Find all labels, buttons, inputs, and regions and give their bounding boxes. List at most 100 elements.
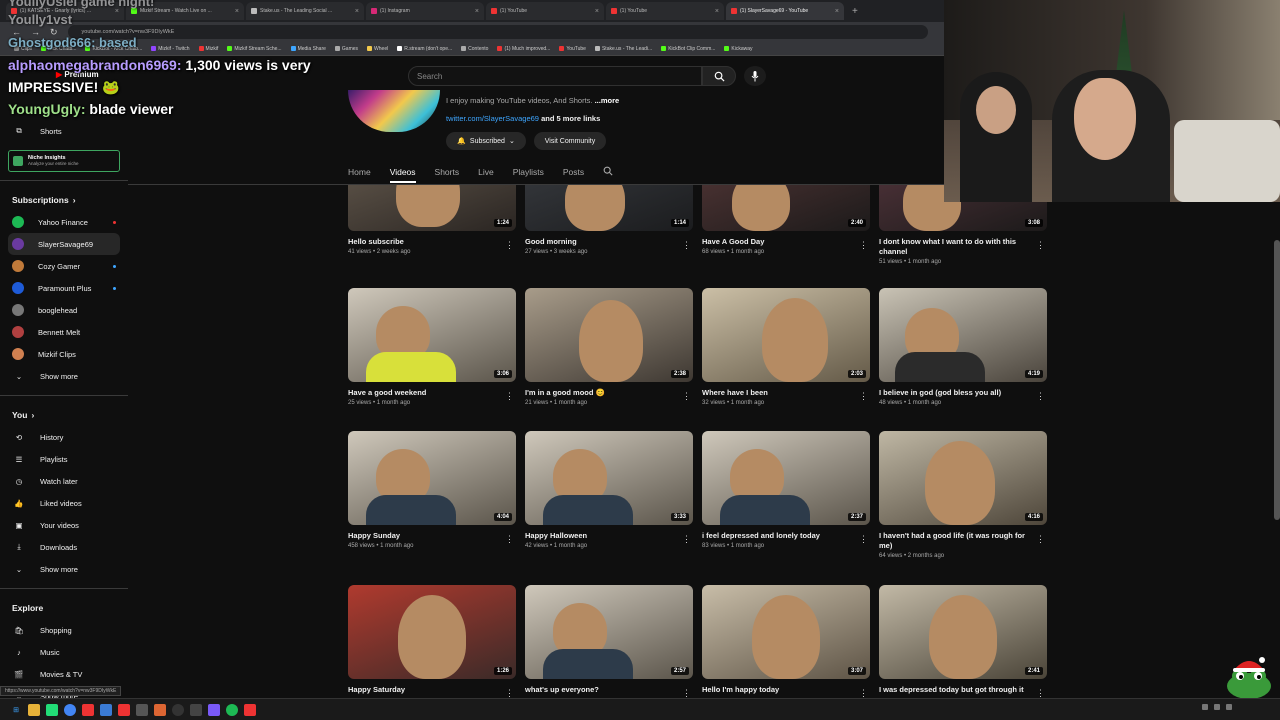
browser-tab-active[interactable]: (1) SlayerSavage69 - YouTube × — [726, 2, 844, 20]
bookmark-item[interactable]: (1) Much improved... — [497, 46, 550, 52]
more-options-icon[interactable]: ⋮ — [682, 535, 691, 544]
video-title[interactable]: Happy Halloween — [525, 531, 693, 541]
video-thumbnail[interactable]: 1:14 — [525, 185, 693, 231]
tab-live[interactable]: Live — [478, 167, 494, 177]
browser-tab[interactable]: (1) YouTube × — [486, 2, 604, 20]
close-tab-icon[interactable]: × — [355, 8, 359, 15]
video-title[interactable]: what's up everyone? — [525, 685, 693, 695]
more-options-icon[interactable]: ⋮ — [682, 241, 691, 250]
tab-home[interactable]: Home — [348, 167, 371, 177]
video-card[interactable]: 1:14 Good morning ⋮ 27 views • 3 weeks a… — [525, 185, 693, 255]
sidebar-item-movies[interactable]: 🎬 Movies & TV — [0, 663, 128, 685]
more-options-icon[interactable]: ⋮ — [859, 535, 868, 544]
channel-links[interactable]: twitter.com/SlayerSavage69 and 5 more li… — [446, 114, 600, 123]
subscription-item[interactable]: Paramount Plus — [0, 277, 128, 299]
video-title[interactable]: i feel depressed and lonely today — [702, 531, 870, 541]
search-button[interactable] — [702, 66, 736, 86]
obs-icon[interactable] — [172, 703, 184, 716]
subscription-item[interactable]: booglehead — [0, 299, 128, 321]
app-icon[interactable] — [118, 703, 130, 716]
visit-community-button[interactable]: Visit Community — [534, 132, 606, 150]
bookmark-item[interactable]: Stake.us - The Leadi... — [594, 46, 652, 52]
video-thumbnail[interactable]: 1:26 — [348, 585, 516, 679]
tab-posts[interactable]: Posts — [563, 167, 584, 177]
video-title[interactable]: I was depressed today but got through it — [879, 685, 1047, 695]
more-options-icon[interactable]: ⋮ — [505, 689, 514, 698]
subscription-item[interactable]: Bennett Melt — [0, 321, 128, 343]
channel-link[interactable]: twitter.com/SlayerSavage69 — [446, 114, 539, 123]
video-card[interactable]: 4:19 I believe in god (god bless you all… — [879, 288, 1047, 406]
video-title[interactable]: I'm in a good mood 😊 — [525, 388, 693, 398]
bookmark-item[interactable]: YouTube — [559, 46, 586, 52]
more-options-icon[interactable]: ⋮ — [859, 241, 868, 250]
video-thumbnail[interactable]: 4:19 — [879, 288, 1047, 382]
you-header[interactable]: You › — [0, 404, 128, 426]
video-title[interactable]: I haven't had a good life (it was rough … — [879, 531, 1047, 551]
browser-tab[interactable]: (1) Instagram × — [366, 2, 484, 20]
more-options-icon[interactable]: ⋮ — [859, 392, 868, 401]
more-options-icon[interactable]: ⋮ — [1036, 689, 1045, 698]
sidebar-item-your-videos[interactable]: ▣ Your videos — [0, 514, 128, 536]
video-thumbnail[interactable]: 2:41 — [879, 585, 1047, 679]
video-title[interactable]: Hello I'm happy today — [702, 685, 870, 695]
video-thumbnail[interactable]: 2:38 — [525, 288, 693, 382]
more-options-icon[interactable]: ⋮ — [682, 392, 691, 401]
subscription-item-active[interactable]: SlayerSavage69 — [8, 233, 120, 255]
more-options-icon[interactable]: ⋮ — [682, 689, 691, 698]
app-icon[interactable] — [154, 703, 166, 716]
subscription-item[interactable]: Mizkif Clips — [0, 343, 128, 365]
close-tab-icon[interactable]: × — [595, 8, 599, 15]
tray-icon[interactable] — [1214, 704, 1220, 710]
channel-avatar[interactable] — [348, 90, 440, 132]
sidebar-item-history[interactable]: ⟲ History — [0, 426, 128, 448]
sidebar-item-music[interactable]: ♪ Music — [0, 641, 128, 663]
more-options-icon[interactable]: ⋮ — [1036, 241, 1045, 250]
video-card[interactable]: 3:33 Happy Halloween ⋮ 42 views • 1 mont… — [525, 431, 693, 549]
sidebar-item-shorts[interactable]: ⧉ Shorts — [0, 120, 128, 142]
video-card[interactable]: 2:41 I was depressed today but got throu… — [879, 585, 1047, 698]
show-more-you[interactable]: ⌄ Show more — [0, 558, 128, 580]
bookmark-item[interactable]: KickBot Clip Comm... — [661, 46, 715, 52]
tray-icon[interactable] — [1202, 704, 1208, 710]
video-card[interactable]: 2:57 what's up everyone? ⋮ — [525, 585, 693, 698]
sidebar-item-liked-videos[interactable]: 👍 Liked videos — [0, 492, 128, 514]
video-card[interactable]: 2:38 I'm in a good mood 😊 ⋮ 21 views • 1… — [525, 288, 693, 406]
video-title[interactable]: I dont know what I want to do with this … — [879, 237, 1047, 257]
video-thumbnail[interactable]: 3:33 — [525, 431, 693, 525]
search-input[interactable]: Search — [408, 66, 702, 86]
more-options-icon[interactable]: ⋮ — [1036, 535, 1045, 544]
bookmark-item[interactable]: Mizkif — [198, 46, 218, 52]
video-title[interactable]: I believe in god (god bless you all) — [879, 388, 1047, 398]
bookmark-item[interactable]: Contento — [461, 46, 488, 52]
subscription-item[interactable]: Cozy Gamer — [0, 255, 128, 277]
video-card[interactable]: 1:26 Happy Saturday ⋮ — [348, 585, 516, 698]
video-title[interactable]: Have a good weekend — [348, 388, 516, 398]
video-thumbnail[interactable]: 2:37 — [702, 431, 870, 525]
more-options-icon[interactable]: ⋮ — [859, 689, 868, 698]
bookmark-item[interactable]: Mizkif - Twitch — [151, 46, 190, 52]
page-scrollbar[interactable] — [1274, 240, 1280, 520]
url-field[interactable]: youtube.com/watch?v=nw3F9DIyWkE — [67, 25, 928, 39]
more-options-icon[interactable]: ⋮ — [505, 241, 514, 250]
browser-tab[interactable]: (1) YouTube × — [606, 2, 724, 20]
bookmark-item[interactable]: Wheel — [367, 46, 388, 52]
more-links[interactable]: and 5 more links — [541, 114, 600, 123]
video-thumbnail[interactable]: 1:24 — [348, 185, 516, 231]
close-tab-icon[interactable]: × — [835, 8, 839, 15]
app-icon[interactable] — [208, 703, 220, 716]
video-card[interactable]: 2:40 Have A Good Day ⋮ 68 views • 1 mont… — [702, 185, 870, 255]
video-thumbnail[interactable]: 4:16 — [879, 431, 1047, 525]
video-card[interactable]: 3:07 Hello I'm happy today ⋮ — [702, 585, 870, 698]
app-icon[interactable] — [82, 703, 94, 716]
app-icon[interactable] — [46, 703, 58, 716]
video-card[interactable]: 3:06 Have a good weekend ⋮ 25 views • 1 … — [348, 288, 516, 406]
video-card[interactable]: 1:24 Hello subscribe ⋮ 41 views • 2 week… — [348, 185, 516, 255]
sidebar-item-watch-later[interactable]: ◷ Watch later — [0, 470, 128, 492]
app-icon[interactable] — [190, 703, 202, 716]
bookmark-item[interactable]: Media Share — [290, 46, 326, 52]
video-title[interactable]: Have A Good Day — [702, 237, 870, 247]
tab-videos[interactable]: Videos — [389, 167, 416, 183]
video-thumbnail[interactable]: 2:57 — [525, 585, 693, 679]
video-title[interactable]: Hello subscribe — [348, 237, 516, 247]
more-options-icon[interactable]: ⋮ — [505, 392, 514, 401]
